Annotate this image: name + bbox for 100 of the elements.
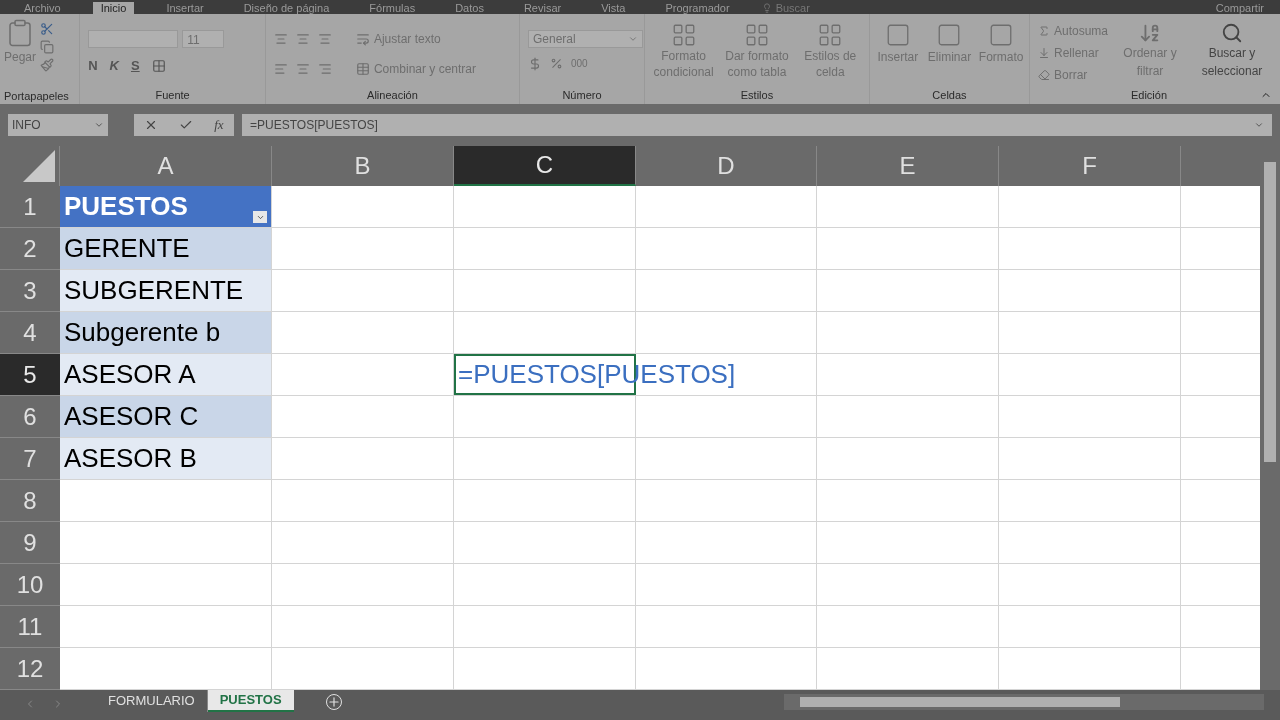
grid-cell[interactable] [60, 480, 272, 522]
italic-button[interactable]: K [109, 56, 119, 76]
grid-cell[interactable] [999, 606, 1181, 648]
grid-cell[interactable] [999, 312, 1181, 354]
ribbon-tab[interactable]: Fórmulas [361, 2, 424, 14]
grid-cell[interactable] [60, 522, 272, 564]
grid-cell[interactable] [636, 228, 817, 270]
grid-cell[interactable] [817, 522, 999, 564]
grid-cell[interactable] [999, 270, 1181, 312]
grid-cell[interactable] [817, 312, 999, 354]
align-left-icon[interactable] [273, 62, 288, 76]
grid-cell[interactable] [272, 438, 454, 480]
row-header[interactable]: 12 [0, 648, 60, 690]
align-bottom-icon[interactable] [317, 32, 332, 46]
grid-cell[interactable] [454, 480, 636, 522]
scroll-thumb[interactable] [800, 697, 1120, 707]
grid-cell[interactable] [454, 522, 636, 564]
ribbon-tab[interactable]: Insertar [158, 2, 212, 14]
row-header[interactable]: 2 [0, 228, 60, 270]
grid-cell[interactable] [272, 312, 454, 354]
row-header[interactable]: 3 [0, 270, 60, 312]
cells-button[interactable]: Insertar [873, 22, 922, 66]
grid-cell[interactable] [454, 564, 636, 606]
sheet-tab[interactable]: FORMULARIO [96, 690, 208, 712]
grid-cell[interactable] [60, 606, 272, 648]
grid-cell[interactable] [454, 396, 636, 438]
grid-cell[interactable] [817, 186, 999, 228]
tell-me-field[interactable]: Buscar [775, 2, 810, 14]
ribbon-tab[interactable]: Archivo [16, 2, 69, 14]
grid-cell[interactable] [999, 438, 1181, 480]
grid-cell[interactable] [999, 228, 1181, 270]
grid-cell[interactable] [817, 270, 999, 312]
grid-cell[interactable] [636, 186, 817, 228]
row-header[interactable]: 6 [0, 396, 60, 438]
grid-cell[interactable] [636, 606, 817, 648]
row-header[interactable]: 11 [0, 606, 60, 648]
align-right-icon[interactable] [317, 62, 332, 76]
column-header[interactable]: E [817, 146, 999, 186]
cells-button[interactable]: Eliminar [925, 22, 974, 66]
column-header[interactable]: C [454, 146, 636, 186]
grid-cell[interactable] [272, 564, 454, 606]
editing-button[interactable]: Rellenar [1037, 44, 1108, 62]
grid-cell[interactable] [636, 270, 817, 312]
bold-button[interactable]: N [88, 56, 98, 76]
editing-button[interactable]: Autosuma [1037, 22, 1108, 40]
sheet-tab[interactable]: PUESTOS [207, 690, 294, 712]
align-middle-icon[interactable] [295, 32, 310, 46]
ribbon-tab[interactable]: Programador [657, 2, 738, 14]
row-header[interactable]: 9 [0, 522, 60, 564]
grid-cell[interactable] [454, 270, 636, 312]
scroll-thumb[interactable] [1264, 162, 1276, 462]
paintbrush-icon[interactable] [40, 58, 55, 72]
ribbon-tab[interactable]: Inicio [92, 2, 135, 14]
insert-function-button[interactable]: fx [214, 115, 224, 135]
row-header[interactable]: 8 [0, 480, 60, 522]
formula-field[interactable]: =PUESTOS[PUESTOS] [242, 114, 1272, 136]
name-box[interactable]: INFO [8, 114, 108, 136]
cut-icon[interactable] [40, 22, 55, 36]
wrap-text-button[interactable]: Ajustar texto [355, 30, 441, 48]
row-header[interactable]: 10 [0, 564, 60, 606]
paste-button[interactable]: Pegar [4, 18, 37, 88]
check-icon[interactable] [179, 118, 194, 132]
styles-button[interactable]: Formato condicional [648, 22, 719, 80]
column-header[interactable]: D [636, 146, 817, 186]
cells-button[interactable]: Formato [977, 22, 1025, 66]
ribbon-tab[interactable]: Datos [447, 2, 492, 14]
grid-cell[interactable] [999, 354, 1181, 396]
grid-cell[interactable] [817, 480, 999, 522]
grid-cell[interactable] [817, 228, 999, 270]
grid-cell[interactable] [454, 438, 636, 480]
grid-cell[interactable] [999, 186, 1181, 228]
grid-cell[interactable] [454, 186, 636, 228]
row-header[interactable]: 4 [0, 312, 60, 354]
find-select-button[interactable]: Buscar y seleccionar [1192, 22, 1272, 84]
editing-button[interactable]: Borrar [1037, 66, 1108, 84]
grid-cell[interactable] [272, 522, 454, 564]
number-format-dropdown[interactable]: General [527, 30, 643, 48]
row-header[interactable]: 1 [0, 186, 60, 228]
grid-cell[interactable] [636, 564, 817, 606]
copy-icon[interactable] [40, 40, 55, 54]
grid-cell[interactable] [272, 396, 454, 438]
ribbon-tab[interactable]: Diseño de página [235, 2, 338, 14]
grid-cell[interactable] [999, 522, 1181, 564]
grid-cell[interactable] [999, 564, 1181, 606]
grid-cell[interactable] [272, 186, 454, 228]
ribbon-tab[interactable]: Revisar [515, 2, 570, 14]
ribbon-tab[interactable]: Vista [593, 2, 634, 14]
grid-cell[interactable] [636, 480, 817, 522]
share-button[interactable]: Compartir [1215, 2, 1264, 14]
column-header[interactable]: F [999, 146, 1181, 186]
row-header[interactable]: 5 [0, 354, 60, 396]
grid-cell[interactable] [60, 564, 272, 606]
styles-button[interactable]: Estilos de celda [795, 22, 865, 80]
grid-cell[interactable] [454, 228, 636, 270]
underline-button[interactable]: S [131, 56, 140, 76]
align-center-icon[interactable] [295, 62, 310, 76]
grid-cell[interactable] [454, 606, 636, 648]
filter-dropdown-icon[interactable] [253, 211, 267, 223]
merge-center-button[interactable]: Combinar y centrar [355, 60, 476, 78]
grid-cell[interactable] [272, 606, 454, 648]
